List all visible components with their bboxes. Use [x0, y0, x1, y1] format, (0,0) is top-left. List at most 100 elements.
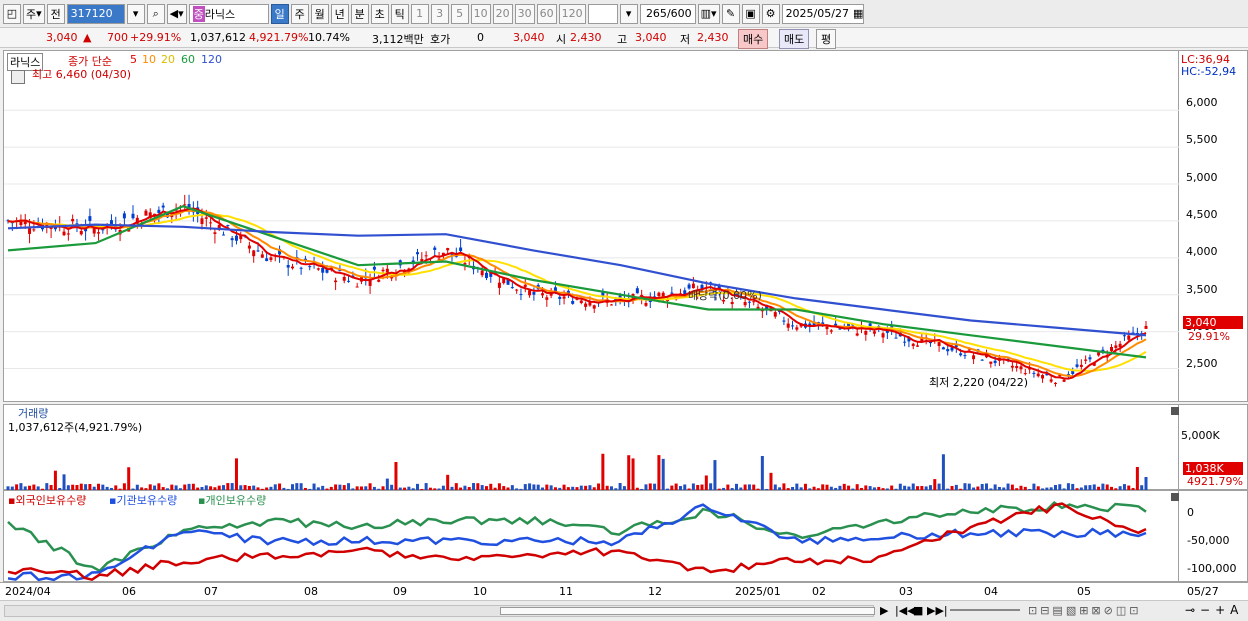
- period-second[interactable]: 초: [370, 3, 389, 24]
- min-10[interactable]: 10: [470, 3, 491, 24]
- candle-body: [372, 266, 376, 270]
- volume-bar: [601, 453, 605, 491]
- candle-body: [122, 213, 126, 219]
- candle-body: [260, 254, 264, 258]
- min-120[interactable]: 120: [558, 3, 586, 24]
- volume-pct-tag: 4921.79%: [1187, 475, 1243, 488]
- x-label: 03: [899, 585, 913, 598]
- calendar-icon[interactable]: ▦: [853, 7, 863, 20]
- candle-body: [1010, 365, 1014, 368]
- candle-body: [510, 287, 514, 289]
- min-60[interactable]: 60: [536, 3, 557, 24]
- candle-body: [911, 343, 915, 347]
- custom-period-input[interactable]: [587, 3, 618, 24]
- candle-body: [424, 255, 428, 257]
- x-label: 05: [1077, 585, 1091, 598]
- y-tick-4000: 4,000: [1186, 245, 1218, 258]
- bottom-toolbar: ▶ |◀◀ ■ ▶▶| ⊡⊟▤▧⊞⊠⊘◫⊡ ⊸−+A: [0, 600, 1248, 621]
- buy-button[interactable]: 매수: [738, 29, 769, 49]
- settings-icon[interactable]: ⚙: [761, 3, 780, 24]
- candle-body: [791, 325, 795, 327]
- volume-panel[interactable]: 거래량 1,037,612주(4,921.79%): [3, 404, 1179, 491]
- min-30[interactable]: 30: [514, 3, 535, 24]
- draw-icon[interactable]: ✎: [721, 3, 740, 24]
- x-label: 2025/01: [735, 585, 781, 598]
- candle-body: [786, 323, 790, 328]
- zoom-slider[interactable]: [950, 609, 1020, 611]
- min-annotation: 최저 2,220 (04/22): [929, 376, 1029, 389]
- candle-body: [226, 225, 230, 227]
- current-price: 3,040: [46, 31, 78, 44]
- scrollbar-thumb[interactable]: [500, 607, 875, 615]
- save-icon[interactable]: ▣: [741, 3, 760, 24]
- x-label: 09: [393, 585, 407, 598]
- period-tick[interactable]: 틱: [390, 3, 409, 24]
- quote-label: 호가: [430, 33, 451, 46]
- stop-icon[interactable]: ■: [913, 604, 923, 617]
- candle-body: [157, 209, 161, 214]
- low-value: 2,430: [697, 31, 729, 44]
- zoom-icons[interactable]: ⊸−+A: [1185, 603, 1243, 617]
- avg-button[interactable]: 평: [816, 29, 837, 49]
- x-label: 06: [122, 585, 136, 598]
- candle-body: [480, 270, 484, 276]
- close-icon-2[interactable]: [1171, 493, 1179, 501]
- price-pct-tag: 29.91%: [1188, 330, 1230, 343]
- min-1[interactable]: 1: [410, 3, 429, 24]
- candle-body: [959, 353, 963, 356]
- candle-body: [1019, 366, 1023, 370]
- candle-icon[interactable]: ▥▾: [697, 3, 720, 24]
- candle-body: [946, 349, 950, 352]
- min-20[interactable]: 20: [492, 3, 513, 24]
- candle-body: [903, 341, 907, 343]
- sell-button[interactable]: 매도: [779, 29, 810, 49]
- calc-icon[interactable]: [11, 70, 25, 84]
- candle-body: [484, 272, 488, 279]
- candle-body: [609, 304, 613, 306]
- tool-icons[interactable]: ⊡⊟▤▧⊞⊠⊘◫⊡: [1028, 604, 1141, 617]
- count-field[interactable]: 265/600: [639, 3, 696, 24]
- candle-body: [1075, 364, 1079, 367]
- search-icon[interactable]: ⌕: [146, 3, 165, 24]
- code-dropdown-icon[interactable]: ▾: [126, 3, 145, 24]
- y-tick-5500: 5,500: [1186, 133, 1218, 146]
- candle-body: [463, 263, 467, 265]
- holder-panel[interactable]: ▪외국인보유수량 ▪기관보유수량 ▪개인보유수량: [3, 490, 1179, 582]
- market-select[interactable]: 주 ▾: [23, 3, 45, 24]
- candle-body: [347, 280, 351, 282]
- candle-body: [459, 247, 463, 252]
- candle-body: [558, 296, 562, 299]
- window-icon[interactable]: ◰: [3, 3, 21, 24]
- period-week[interactable]: 주: [290, 3, 309, 24]
- candle-body: [209, 222, 213, 224]
- legend-ma120: 120: [201, 53, 222, 66]
- speaker-icon[interactable]: ◀▾: [166, 3, 187, 24]
- period-day[interactable]: 일: [270, 3, 289, 24]
- period-minute[interactable]: 분: [350, 3, 369, 24]
- prev-button[interactable]: 전: [46, 3, 65, 24]
- hold-tick-100k: -100,000: [1187, 562, 1237, 575]
- last-icon[interactable]: ▶▶|: [927, 604, 948, 617]
- period-month[interactable]: 월: [310, 3, 329, 24]
- candle-body: [941, 347, 945, 350]
- candle-body: [316, 268, 320, 270]
- y-tick-3500: 3,500: [1186, 283, 1218, 296]
- stock-name-field[interactable]: 중 라닉스: [188, 3, 269, 24]
- candle-body: [213, 232, 217, 234]
- price-chart-panel[interactable]: 라닉스 종가 단순 5 10 20 60 120 최고 6,460 (04/30…: [3, 50, 1180, 402]
- candle-body: [1062, 379, 1066, 382]
- hc-label: HC:-52,94: [1181, 65, 1237, 78]
- close-icon[interactable]: [1171, 407, 1179, 415]
- custom-period-dropdown-icon[interactable]: ▾: [619, 3, 638, 24]
- candle-body: [657, 292, 661, 297]
- scrollbar-track[interactable]: [4, 605, 875, 617]
- date-field[interactable]: 2025/05/27 ▦: [781, 3, 864, 24]
- volume-bar: [704, 475, 708, 491]
- code-input[interactable]: 317120: [66, 3, 125, 24]
- period-year[interactable]: 년: [330, 3, 349, 24]
- volume-bar: [62, 474, 66, 491]
- min-5[interactable]: 5: [450, 3, 469, 24]
- candle-body: [355, 286, 359, 288]
- scroll-right-icon[interactable]: ▶: [880, 604, 888, 617]
- min-3[interactable]: 3: [430, 3, 449, 24]
